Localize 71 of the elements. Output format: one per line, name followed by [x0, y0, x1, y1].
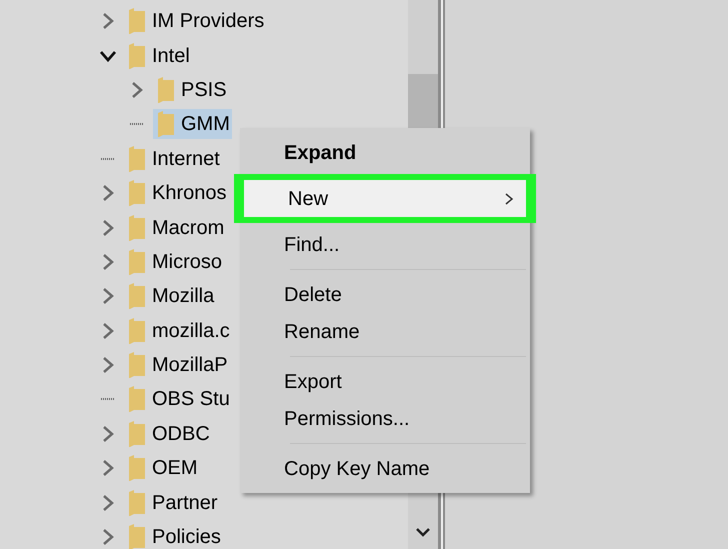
tree-item[interactable]: Khronos: [124, 178, 228, 208]
tree-item[interactable]: Mozilla: [124, 281, 216, 312]
menu-item[interactable]: Rename: [240, 313, 530, 350]
tree-item[interactable]: OBS Stu: [124, 384, 232, 414]
scroll-down-icon[interactable]: [415, 526, 431, 538]
tree-item[interactable]: IM Providers: [124, 6, 266, 36]
menu-item[interactable]: Permissions...: [240, 400, 530, 437]
tree-item-label: Internet: [152, 146, 220, 172]
tree-item-label: OBS Stu: [152, 387, 230, 412]
tree-item[interactable]: ODBC: [124, 418, 212, 449]
menu-item[interactable]: Export: [240, 363, 530, 400]
chevron-right-icon[interactable]: [101, 252, 115, 271]
tree-item-label: Intel: [152, 44, 190, 69]
folder-icon: [128, 214, 146, 241]
folder-icon: [128, 524, 146, 549]
tree-item[interactable]: Policies: [124, 522, 223, 549]
tree-item[interactable]: Intel: [124, 40, 192, 71]
folder-icon: [128, 248, 146, 275]
tree-item-label: PSIS: [181, 78, 227, 103]
chevron-right-icon[interactable]: [101, 322, 115, 340]
tree-item-label: Khronos: [152, 181, 226, 206]
tree-item[interactable]: mozilla.c: [124, 316, 232, 346]
tree-item-label: mozilla.c: [152, 318, 230, 344]
menu-item[interactable]: Copy Key Name: [240, 450, 530, 487]
chevron-right-icon: [504, 192, 514, 206]
folder-icon: [128, 146, 146, 172]
folder-icon: [157, 111, 175, 138]
tree-item[interactable]: MozillaP: [124, 350, 230, 380]
folder-icon: [128, 455, 146, 482]
folder-icon: [128, 318, 146, 344]
tree-item-label: Partner: [152, 490, 218, 516]
folder-icon: [157, 76, 175, 103]
tree-item-label: Microso: [152, 250, 222, 275]
tree-item-label: Mozilla: [152, 284, 214, 310]
tree-item-label: OEM: [152, 456, 198, 482]
tree-item-label: GMM: [181, 112, 230, 138]
menu-item[interactable]: Expand: [240, 134, 530, 171]
chevron-right-icon[interactable]: [101, 424, 115, 443]
chevron-right-icon[interactable]: [101, 494, 115, 512]
folder-icon: [128, 386, 146, 412]
chevron-right-icon[interactable]: [101, 356, 115, 374]
chevron-right-icon[interactable]: [101, 459, 115, 478]
folder-icon: [128, 490, 146, 516]
tree-item-label: IM Providers: [152, 9, 264, 34]
tree-item[interactable]: GMM: [153, 109, 232, 140]
folder-icon: [128, 8, 146, 34]
tree-item-label: ODBC: [152, 422, 210, 447]
menu-item[interactable]: Find...: [240, 226, 530, 263]
tree-item[interactable]: OEM: [124, 453, 200, 484]
tree-item-label: Policies: [152, 525, 221, 549]
folder-icon: [128, 420, 146, 447]
folder-icon: [128, 42, 146, 69]
tree-item[interactable]: Partner: [124, 488, 220, 518]
chevron-right-icon[interactable]: [101, 528, 115, 546]
tree-item-label: MozillaP: [152, 353, 228, 378]
chevron-right-icon[interactable]: [101, 184, 115, 202]
chevron-right-icon[interactable]: [130, 80, 144, 99]
folder-icon: [128, 283, 146, 310]
folder-icon: [128, 180, 146, 206]
chevron-down-icon[interactable]: [99, 48, 117, 63]
tree-item-label: Macrom: [152, 216, 224, 241]
tree-item[interactable]: Macrom: [124, 212, 226, 243]
menu-item[interactable]: Delete: [240, 276, 530, 313]
tree-item[interactable]: PSIS: [153, 74, 229, 105]
chevron-right-icon[interactable]: [101, 287, 115, 306]
tree-item[interactable]: Microso: [124, 246, 224, 277]
chevron-right-icon[interactable]: [101, 218, 115, 237]
chevron-right-icon[interactable]: [101, 12, 115, 30]
menu-item[interactable]: New: [244, 180, 526, 217]
tree-item[interactable]: Internet: [124, 144, 222, 174]
folder-icon: [128, 352, 146, 378]
